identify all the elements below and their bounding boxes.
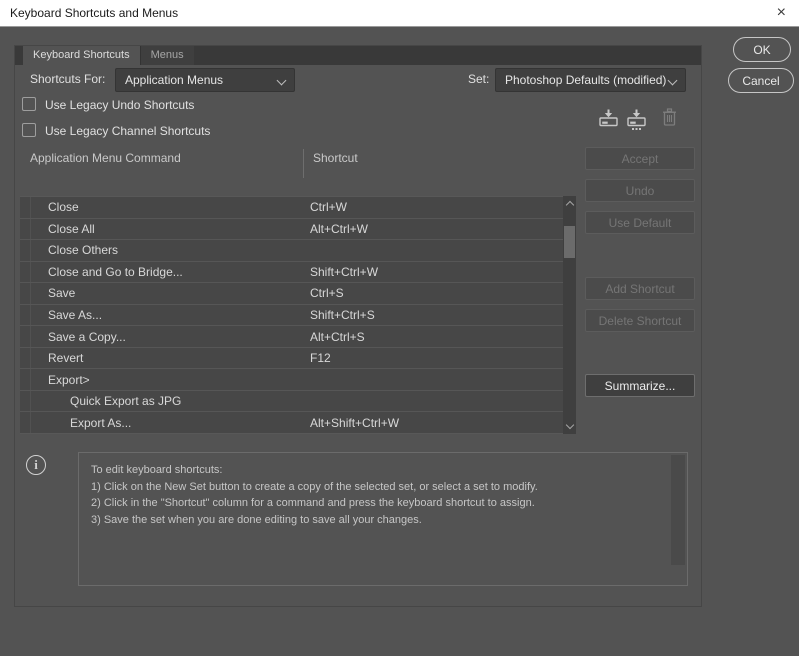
legacy-undo-label: Use Legacy Undo Shortcuts — [45, 98, 195, 112]
legacy-undo-checkbox[interactable] — [22, 97, 36, 111]
window-title: Keyboard Shortcuts and Menus — [10, 6, 179, 20]
chevron-down-icon — [667, 75, 678, 86]
tab-keyboard-shortcuts[interactable]: Keyboard Shortcuts — [23, 46, 140, 65]
shortcut-cell[interactable]: Alt+Ctrl+W — [310, 222, 368, 236]
chevron-down-icon — [276, 75, 287, 86]
column-header-shortcut: Shortcut — [313, 151, 358, 165]
command-cell: Save As... — [48, 308, 103, 322]
legacy-channel-label: Use Legacy Channel Shortcuts — [45, 124, 211, 138]
set-value: Photoshop Defaults (modified) — [505, 73, 667, 87]
shortcut-cell[interactable]: Ctrl+W — [310, 200, 347, 214]
shortcuts-for-dropdown[interactable]: Application Menus — [115, 68, 295, 92]
table-row[interactable]: Save Ctrl+S — [20, 282, 563, 304]
shortcut-cell[interactable]: F12 — [310, 351, 331, 365]
scroll-up-icon[interactable] — [565, 200, 574, 210]
use-default-button: Use Default — [585, 211, 695, 234]
undo-button: Undo — [585, 179, 695, 202]
scrollbar-thumb[interactable] — [564, 226, 575, 258]
table-row[interactable]: Close Ctrl+W — [20, 197, 563, 218]
set-label: Set: — [468, 72, 490, 86]
info-text-line: 2) Click in the "Shortcut" column for a … — [91, 497, 535, 509]
set-dropdown[interactable]: Photoshop Defaults (modified) — [495, 68, 686, 92]
table-row[interactable]: Revert F12 — [20, 346, 563, 369]
scroll-down-icon[interactable] — [565, 420, 574, 430]
info-scrollbar[interactable] — [671, 455, 685, 565]
table-row[interactable]: Close Others — [20, 239, 563, 261]
shortcut-cell[interactable]: Alt+Shift+Ctrl+W — [310, 416, 399, 430]
table-row[interactable]: Save a Copy... Alt+Ctrl+S — [20, 325, 563, 347]
tab-menus[interactable]: Menus — [139, 46, 194, 65]
delete-shortcut-button: Delete Shortcut — [585, 309, 695, 332]
column-header-command: Application Menu Command — [30, 151, 181, 165]
save-set-icon[interactable] — [599, 109, 618, 132]
title-bar: Keyboard Shortcuts and Menus × — [0, 0, 799, 27]
ok-button[interactable]: OK — [733, 37, 791, 62]
new-set-icon[interactable] — [627, 109, 646, 136]
shortcuts-for-value: Application Menus — [125, 73, 224, 87]
tab-strip: Keyboard Shortcuts Menus — [15, 46, 701, 65]
command-cell: Close and Go to Bridge... — [48, 264, 183, 279]
info-text-line: 1) Click on the New Set button to create… — [91, 480, 538, 493]
delete-set-icon — [661, 108, 678, 132]
table-row[interactable]: Close and Go to Bridge... Shift+Ctrl+W — [20, 260, 563, 283]
close-icon[interactable]: × — [777, 3, 786, 23]
table-row[interactable]: Quick Export as JPG — [20, 389, 563, 412]
legacy-channel-checkbox[interactable] — [22, 123, 36, 137]
command-cell: Close All — [48, 221, 95, 236]
shortcut-table: Close Ctrl+W Close All Alt+Ctrl+W Close Ot… — [20, 196, 563, 434]
command-cell: Revert — [48, 351, 84, 366]
shortcut-cell[interactable]: Shift+Ctrl+W — [310, 265, 378, 279]
shortcut-cell[interactable]: Shift+Ctrl+S — [310, 308, 375, 322]
command-cell: Close Others — [48, 243, 119, 258]
column-divider — [303, 149, 304, 178]
shortcuts-for-label: Shortcuts For: — [30, 72, 106, 86]
shortcut-cell[interactable]: Alt+Ctrl+S — [310, 330, 365, 344]
info-text-line: 3) Save the set when you are done editin… — [91, 513, 422, 526]
command-cell: Export As... — [70, 415, 132, 430]
command-cell: Export> — [48, 372, 90, 387]
command-cell: Save — [48, 286, 76, 301]
keyboard-shortcuts-dialog: Keyboard Shortcuts and Menus × OK Cancel… — [0, 0, 799, 656]
table-row[interactable]: Export As... Alt+Shift+Ctrl+W — [20, 411, 563, 433]
shortcut-cell[interactable]: Ctrl+S — [310, 286, 344, 300]
command-cell: Close — [48, 200, 79, 215]
info-icon: i — [26, 455, 46, 475]
command-cell: Save a Copy... — [48, 329, 126, 344]
table-row[interactable]: Export> — [20, 368, 563, 390]
table-row[interactable]: Save As... Shift+Ctrl+S — [20, 303, 563, 326]
table-row[interactable]: Close All Alt+Ctrl+W — [20, 217, 563, 240]
info-text-line: To edit keyboard shortcuts: — [91, 464, 223, 476]
info-box: To edit keyboard shortcuts: 1) Click on … — [78, 452, 688, 586]
cancel-button[interactable]: Cancel — [728, 68, 794, 93]
command-cell: Quick Export as JPG — [70, 394, 182, 409]
table-scrollbar[interactable] — [563, 196, 576, 434]
accept-button: Accept — [585, 147, 695, 170]
summarize-button[interactable]: Summarize... — [585, 374, 695, 397]
add-shortcut-button: Add Shortcut — [585, 277, 695, 300]
